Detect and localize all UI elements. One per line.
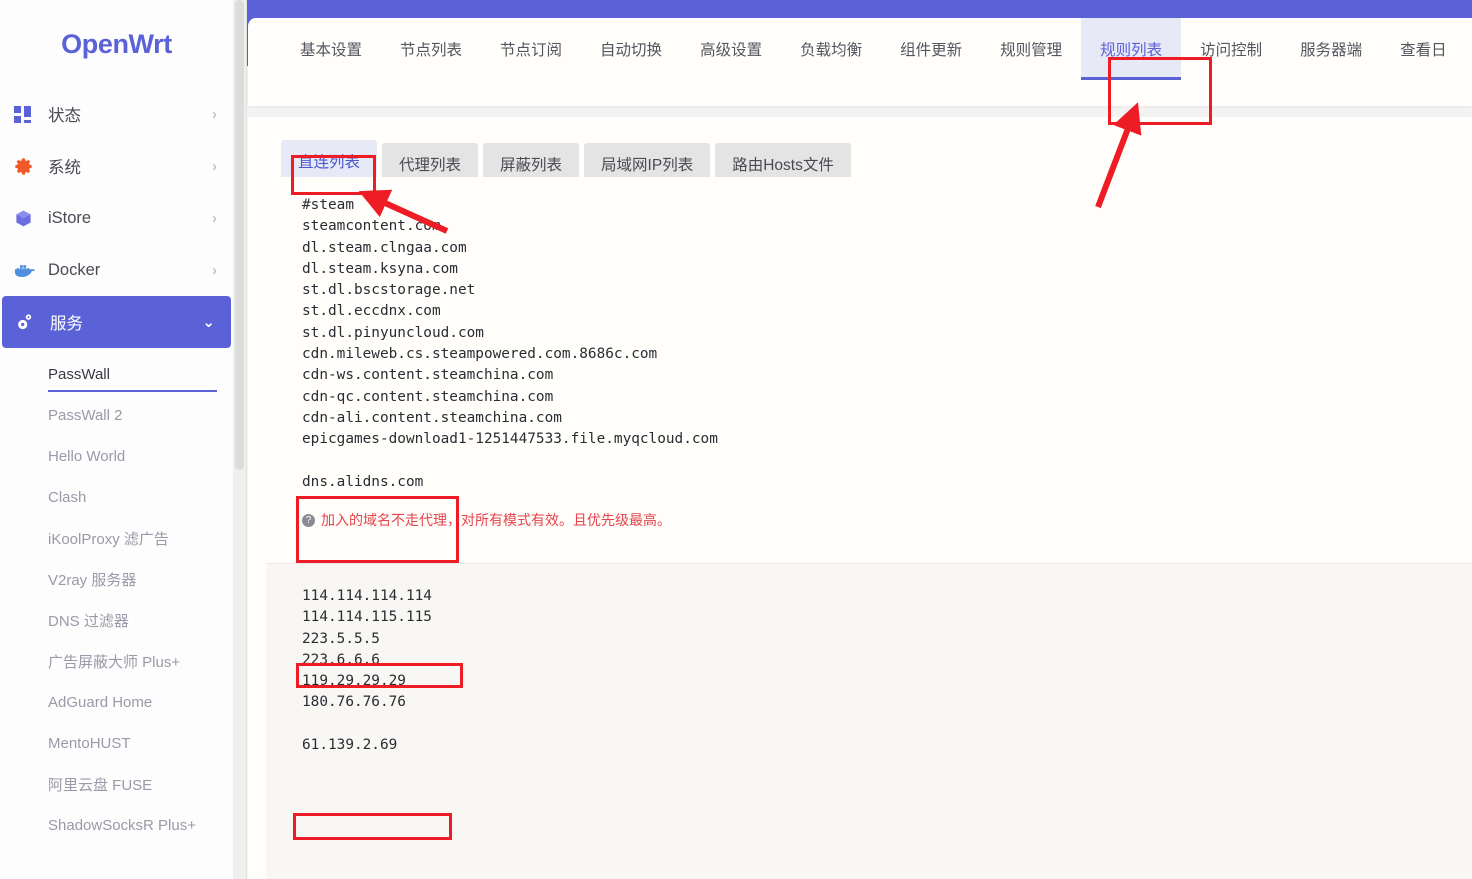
tab-server-side[interactable]: 服务器端	[1281, 18, 1381, 80]
tab-label: 访问控制	[1200, 42, 1263, 59]
tab-label: 查看日	[1400, 42, 1447, 59]
sidebar-subitem-v2ray-server[interactable]: V2ray 服务器	[0, 559, 233, 600]
subtab-label: 局域网IP列表	[601, 156, 694, 174]
rule-list-panel: 直连列表 代理列表 屏蔽列表 局域网IP列表 路由Hosts文件 #steam …	[248, 117, 1472, 879]
tab-node-subscribe[interactable]: 节点订阅	[481, 18, 581, 80]
sidebar-subitem-label: iKoolProxy 滤广告	[48, 531, 169, 548]
sidebar-item-docker[interactable]: Docker ›	[0, 244, 233, 296]
tab-label: 服务器端	[1300, 42, 1363, 59]
brand-name: OpenWrt	[61, 28, 172, 59]
direct-domains-value: #steam steamcontent.com dl.steam.clngaa.…	[302, 197, 718, 532]
sidebar-subitem-clash[interactable]: Clash	[0, 477, 233, 518]
tab-label: 负载均衡	[800, 42, 863, 59]
brand-logo[interactable]: OpenWrt	[0, 0, 233, 88]
sidebar-subitem-label: V2ray 服务器	[48, 572, 137, 589]
services-icon	[16, 313, 46, 331]
sidebar-subitem-adblock-plus[interactable]: 广告屏蔽大师 Plus+	[0, 641, 233, 682]
sidebar-subitem-label: Hello World	[48, 448, 126, 465]
main-nav: 状态 › 系统 › iStore › Docker › 服务 ⌄ PassWal…	[0, 88, 233, 846]
chevron-down-icon: ⌄	[202, 314, 215, 331]
sidebar-item-status-label: 状态	[48, 107, 81, 125]
sidebar-item-istore-label: iStore	[48, 208, 92, 227]
sidebar-subitem-label: 阿里云盘 FUSE	[48, 777, 153, 794]
subtab-label: 屏蔽列表	[500, 156, 563, 174]
tab-access-control[interactable]: 访问控制	[1181, 18, 1281, 80]
tab-bar: 基本设置 节点列表 节点订阅 自动切换 高级设置 负载均衡 组件更新 规则管理 …	[248, 18, 1472, 80]
subtab-label: 直连列表	[298, 153, 361, 171]
sidebar-subitem-mentohust[interactable]: MentoHUST	[0, 723, 233, 764]
services-submenu: PassWall PassWall 2 Hello World Clash iK…	[0, 348, 233, 846]
sidebar-subitem-passwall2[interactable]: PassWall 2	[0, 395, 233, 436]
sidebar-item-status[interactable]: 状态 ›	[0, 88, 233, 140]
sidebar-subitem-label: Clash	[48, 489, 87, 506]
cube-icon	[14, 209, 44, 228]
direct-domains-help: ? 加入的域名不走代理，对所有模式有效。且优先级最高。	[266, 493, 1472, 551]
subtab-bar: 直连列表 代理列表 屏蔽列表 局域网IP列表 路由Hosts文件	[248, 117, 1472, 184]
question-icon: ?	[302, 514, 315, 527]
tab-basic-settings[interactable]: 基本设置	[281, 18, 381, 80]
page-scrollbar-thumb[interactable]	[235, 0, 244, 470]
tab-label: 组件更新	[900, 42, 963, 59]
tab-label: 规则列表	[1100, 42, 1163, 59]
tab-label: 基本设置	[300, 42, 363, 59]
tab-label: 节点订阅	[500, 42, 563, 59]
chevron-right-icon: ›	[212, 105, 217, 123]
sidebar-subitem-hello-world[interactable]: Hello World	[0, 436, 233, 477]
tab-label: 节点列表	[400, 42, 463, 59]
tab-rule-list[interactable]: 规则列表	[1081, 18, 1182, 80]
chevron-right-icon: ›	[212, 157, 217, 175]
tab-component-update[interactable]: 组件更新	[881, 18, 981, 80]
openwrt-luci-page: OpenWrt 状态 › 系统 › iStore › Docker › 服务 ⌄…	[0, 0, 1472, 879]
sidebar-subitem-label: 广告屏蔽大师 Plus+	[48, 654, 181, 671]
sidebar-subitem-label: AdGuard Home	[48, 694, 153, 711]
grid-icon	[14, 105, 44, 123]
sidebar-item-system[interactable]: 系统 ›	[0, 140, 233, 192]
chevron-right-icon: ›	[212, 261, 217, 279]
sidebar-subitem-ssr-plus[interactable]: ShadowSocksR Plus+	[0, 805, 233, 846]
gear-icon	[14, 157, 44, 176]
direct-ips-textarea[interactable]: 114.114.114.114 114.114.115.115 223.5.5.…	[266, 564, 1472, 879]
sidebar-item-system-label: 系统	[48, 159, 81, 177]
sidebar-subitem-label: ShadowSocksR Plus+	[48, 817, 196, 834]
tab-node-list[interactable]: 节点列表	[381, 18, 481, 80]
tab-label: 高级设置	[700, 42, 763, 59]
sidebar-subitem-passwall[interactable]: PassWall	[0, 354, 233, 395]
tab-advanced-settings[interactable]: 高级设置	[681, 18, 781, 80]
sidebar-item-services-label: 服务	[50, 315, 83, 333]
direct-ips-value: 114.114.114.114 114.114.115.115 223.5.5.…	[302, 588, 432, 754]
tab-view-log[interactable]: 查看日	[1381, 18, 1466, 80]
tab-auto-switch[interactable]: 自动切换	[581, 18, 681, 80]
main-content: 基本设置 节点列表 节点订阅 自动切换 高级设置 负载均衡 组件更新 规则管理 …	[233, 0, 1472, 879]
direct-domains-textarea[interactable]: #steam steamcontent.com dl.steam.clngaa.…	[266, 177, 1472, 532]
sidebar-subitem-label: MentoHUST	[48, 735, 131, 752]
sidebar-subitem-label: PassWall	[48, 366, 110, 383]
page-scrollbar[interactable]	[233, 0, 247, 879]
sidebar-subitem-label: PassWall 2	[48, 407, 123, 424]
sidebar-subitem-aliyundrive-fuse[interactable]: 阿里云盘 FUSE	[0, 764, 233, 805]
subtab-label: 路由Hosts文件	[732, 156, 834, 174]
sidebar-subitem-label: DNS 过滤器	[48, 613, 129, 630]
tab-load-balance[interactable]: 负载均衡	[781, 18, 881, 80]
sidebar-subitem-dns-filter[interactable]: DNS 过滤器	[0, 600, 233, 641]
docker-icon	[14, 261, 44, 279]
direct-domains-help-text: 加入的域名不走代理，对所有模式有效。且优先级最高。	[321, 512, 671, 528]
sidebar-item-istore[interactable]: iStore ›	[0, 192, 233, 244]
subtab-label: 代理列表	[399, 156, 462, 174]
sidebar-item-services[interactable]: 服务 ⌄	[2, 296, 231, 348]
tab-label: 自动切换	[600, 42, 663, 59]
tab-card: 基本设置 节点列表 节点订阅 自动切换 高级设置 负载均衡 组件更新 规则管理 …	[248, 18, 1472, 106]
chevron-right-icon: ›	[212, 209, 217, 227]
sidebar: OpenWrt 状态 › 系统 › iStore › Docker › 服务 ⌄…	[0, 0, 233, 879]
sidebar-subitem-ikoolproxy[interactable]: iKoolProxy 滤广告	[0, 518, 233, 559]
tab-rule-manage[interactable]: 规则管理	[981, 18, 1081, 80]
sidebar-subitem-adguard-home[interactable]: AdGuard Home	[0, 682, 233, 723]
tab-label: 规则管理	[1000, 42, 1063, 59]
sidebar-item-docker-label: Docker	[48, 260, 101, 279]
